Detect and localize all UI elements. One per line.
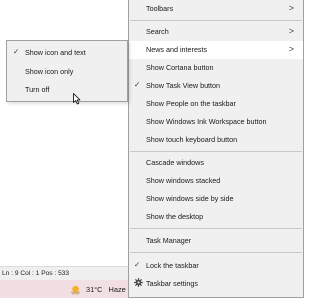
menu-item-lock-the-taskbar[interactable]: ✓ Lock the taskbar [129,257,303,275]
chevron-right-icon: > [288,44,294,54]
menu-item-label: Task Manager [146,236,192,245]
menu-item-label: Show windows side by side [146,194,234,203]
chevron-right-icon: > [288,3,294,13]
menu-item-label: Show People on the taskbar [146,99,236,108]
submenu-item-show-icon-only[interactable]: Show icon only [7,62,127,80]
menu-separator [130,151,302,152]
menu-item-label: Show the desktop [146,212,204,221]
checkmark-icon: ✓ [134,260,141,269]
menu-item-label: Show windows stacked [146,176,221,185]
submenu-item-label: Show icon only [25,67,74,76]
menu-item-search[interactable]: Search > [129,23,303,41]
menu-separator [130,228,302,229]
menu-item-label: Show touch keyboard button [146,135,238,144]
menu-item-show-the-desktop[interactable]: Show the desktop [129,208,303,226]
checkmark-icon: ✓ [134,80,141,89]
menu-item-show-cortana-button[interactable]: Show Cortana button [129,59,303,77]
weather-temperature: 31°C [86,285,103,294]
menu-item-task-manager[interactable]: Task Manager [129,232,303,250]
menu-item-show-windows-stacked[interactable]: Show windows stacked [129,172,303,190]
weather-widget[interactable]: 31°C Haze [70,283,126,296]
mouse-pointer-icon [73,93,81,105]
news-and-interests-submenu: ✓ Show icon and text Show icon only Turn… [6,40,128,102]
menu-item-label: Lock the taskbar [146,261,199,270]
menu-item-taskbar-settings[interactable]: Taskbar settings [129,275,303,293]
gear-icon [134,278,143,287]
menu-item-cascade-windows[interactable]: Cascade windows [129,154,303,172]
submenu-item-turn-off[interactable]: Turn off [7,80,127,98]
menu-item-label: Show Task View button [146,81,221,90]
menu-item-label: Search [146,27,169,36]
menu-item-show-windows-side-by-side[interactable]: Show windows side by side [129,190,303,208]
menu-item-toolbars[interactable]: Toolbars > [129,0,303,18]
menu-item-label: Show Windows Ink Workspace button [146,117,267,126]
menu-item-show-touch-keyboard[interactable]: Show touch keyboard button [129,131,303,149]
taskbar-context-menu: Toolbars > Search > News and interests >… [128,0,304,298]
menu-item-label: News and interests [146,45,208,54]
cursor-position-text: Ln : 9 Col : 1 Pos : 533 [2,270,70,277]
menu-separator [130,20,302,21]
chevron-right-icon: > [288,26,294,36]
weather-condition: Haze [108,285,126,294]
menu-item-label: Show Cortana button [146,63,214,72]
menu-item-label: Cascade windows [146,158,204,167]
submenu-item-label: Show icon and text [25,48,86,57]
submenu-item-label: Turn off [25,85,50,94]
menu-item-show-people[interactable]: Show People on the taskbar [129,95,303,113]
menu-item-label: Taskbar settings [146,279,198,288]
submenu-item-show-icon-and-text[interactable]: ✓ Show icon and text [7,43,127,61]
menu-item-show-task-view-button[interactable]: ✓ Show Task View button [129,77,303,95]
menu-item-show-windows-ink[interactable]: Show Windows Ink Workspace button [129,113,303,131]
checkmark-icon: ✓ [13,47,20,56]
menu-item-label: Toolbars [146,4,174,13]
menu-separator [130,252,302,253]
sun-haze-icon [70,285,81,295]
menu-item-news-and-interests[interactable]: News and interests > [129,41,303,59]
